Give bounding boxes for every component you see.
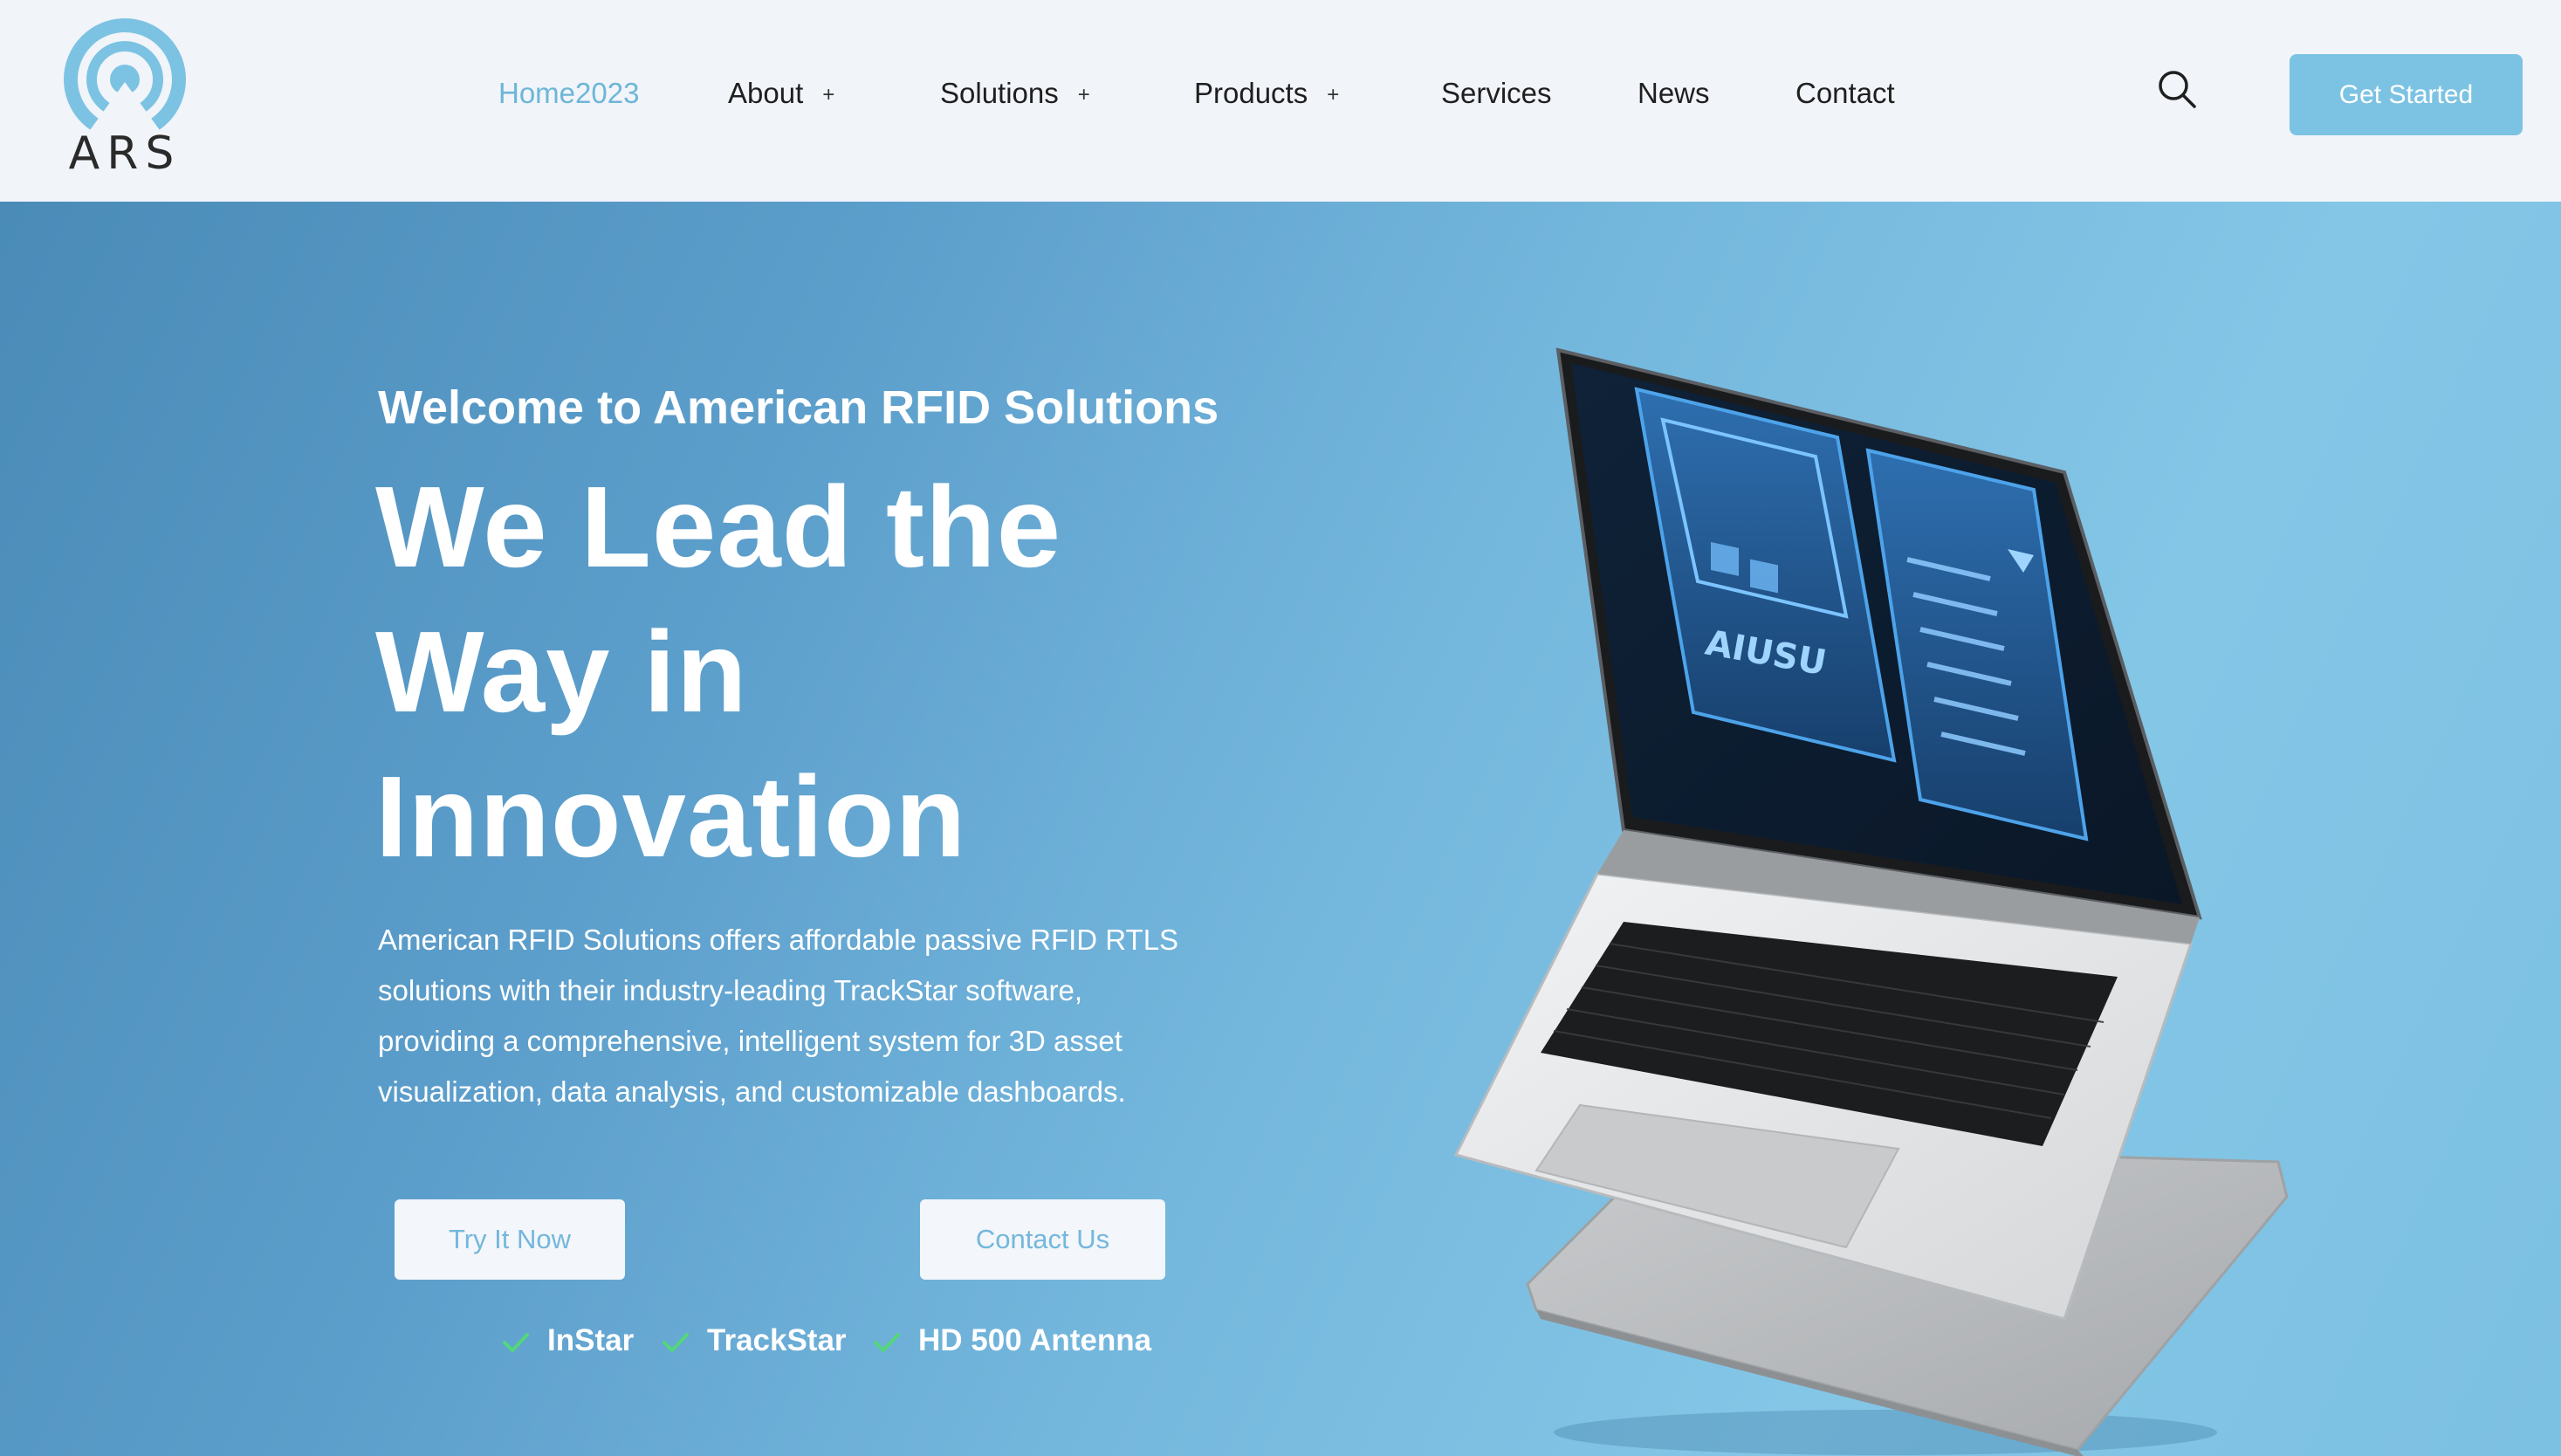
site-header: ARS Home2023 About + Solutions + Products +… bbox=[0, 0, 2561, 202]
nav-item-home2023[interactable]: Home2023 bbox=[498, 72, 639, 115]
nav-item-label: Contact bbox=[1795, 77, 1895, 109]
description-line: solutions with their industry-leading Tr… bbox=[378, 974, 1083, 1006]
hero-eyebrow: Welcome to American RFID Solutions bbox=[378, 381, 1219, 434]
description-line: providing a comprehensive, intelligent s… bbox=[378, 1025, 1123, 1057]
nav-item-label: Home2023 bbox=[498, 77, 640, 109]
plus-icon: + bbox=[822, 83, 835, 107]
nav-item-contact[interactable]: Contact bbox=[1795, 72, 1895, 115]
nav-item-services[interactable]: Services bbox=[1441, 72, 1552, 115]
check-icon bbox=[874, 1332, 900, 1352]
nav-item-label: Solutions bbox=[940, 77, 1059, 109]
feature-item: HD 500 Antenna bbox=[873, 1319, 1151, 1363]
laptop-illustration: AIUSU bbox=[1453, 347, 2289, 1456]
headline-line: Innovation bbox=[375, 752, 967, 881]
check-icon bbox=[503, 1332, 529, 1352]
feature-item: TrackStar bbox=[662, 1319, 847, 1363]
logo-signal-icon bbox=[64, 18, 186, 141]
nav-item-label: News bbox=[1638, 77, 1710, 109]
nav-item-label: Services bbox=[1441, 77, 1552, 109]
nav-item-about[interactable]: About + bbox=[728, 72, 834, 117]
nav-item-label: Products bbox=[1194, 77, 1308, 109]
search-icon[interactable] bbox=[2156, 68, 2200, 112]
headline-line: We Lead the bbox=[375, 463, 1062, 591]
feature-label: InStar bbox=[547, 1323, 635, 1357]
description-line: American RFID Solutions offers affordabl… bbox=[378, 924, 1179, 956]
try-it-now-button[interactable]: Try It Now bbox=[395, 1199, 625, 1280]
get-started-button[interactable]: Get Started bbox=[2290, 54, 2523, 135]
headline-line: Way in bbox=[375, 608, 748, 736]
logo-wordmark: ARS bbox=[68, 127, 182, 180]
feature-item: InStar bbox=[502, 1319, 634, 1363]
check-icon bbox=[663, 1332, 689, 1352]
nav-item-products[interactable]: Products + bbox=[1194, 72, 1339, 117]
nav-item-label: About bbox=[728, 77, 804, 109]
brand-logo[interactable]: ARS bbox=[59, 14, 190, 180]
nav-item-solutions[interactable]: Solutions + bbox=[940, 72, 1090, 117]
feature-label: HD 500 Antenna bbox=[918, 1323, 1152, 1357]
nav-item-news[interactable]: News bbox=[1638, 72, 1710, 115]
hero-section: Welcome to American RFID Solutions We Le… bbox=[0, 202, 2561, 1456]
hero-headline: We Lead the Way in Innovation bbox=[375, 455, 1248, 889]
feature-label: TrackStar bbox=[707, 1323, 847, 1357]
plus-icon: + bbox=[1327, 83, 1340, 107]
hero-description: American RFID Solutions offers affordabl… bbox=[378, 915, 1251, 1117]
plus-icon: + bbox=[1077, 83, 1090, 107]
contact-us-button[interactable]: Contact Us bbox=[920, 1199, 1165, 1280]
description-line: visualization, data analysis, and custom… bbox=[378, 1075, 1126, 1108]
